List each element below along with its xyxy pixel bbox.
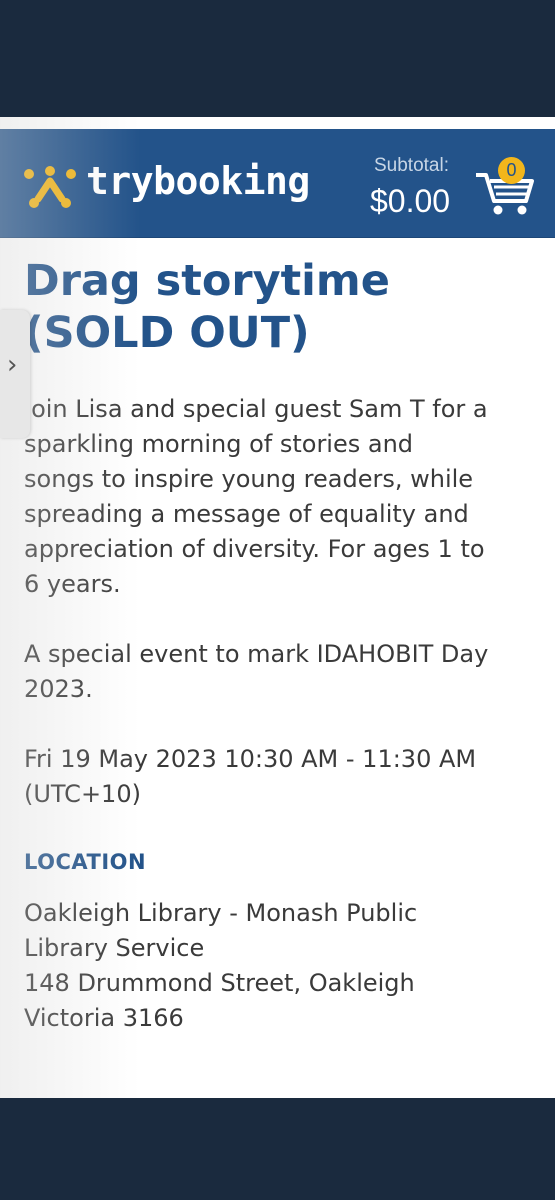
description-line: appreciation of diversity. For ages 1 to: [24, 535, 485, 563]
chevron-right-icon: ›: [7, 350, 18, 380]
event-page: trybooking Subtotal: $0.00 0 Drag storyt…: [0, 117, 555, 1098]
site-header: trybooking Subtotal: $0.00 0: [0, 129, 555, 238]
address-line: Oakleigh Library - Monash Public: [24, 899, 418, 927]
datetime-line: Fri 19 May 2023 10:30 AM - 11:30 AM: [24, 745, 477, 773]
brand-name[interactable]: trybooking: [86, 159, 310, 203]
cart-count-badge[interactable]: 0: [498, 157, 525, 184]
description-line: songs to inspire young readers, while: [24, 465, 474, 493]
side-panel-handle[interactable]: ›: [0, 310, 30, 438]
address-line: Victoria 3166: [24, 1004, 184, 1032]
event-address: Oakleigh Library - Monash Public Library…: [24, 896, 544, 1036]
subtotal-value: $0.00: [370, 183, 451, 219]
address-line: Library Service: [24, 934, 205, 962]
event-note: A special event to mark IDAHOBIT Day 202…: [24, 637, 544, 707]
description-line: spreading a message of equality and: [24, 500, 469, 528]
event-description: Join Lisa and special guest Sam T for a …: [24, 392, 544, 602]
event-datetime: Fri 19 May 2023 10:30 AM - 11:30 AM (UTC…: [24, 742, 544, 812]
event-details: Drag storytime (SOLD OUT) Join Lisa and …: [24, 255, 544, 1036]
note-line: 2023.: [24, 675, 93, 703]
datetime-line: (UTC+10): [24, 780, 141, 808]
trybooking-logo-icon[interactable]: [22, 165, 78, 211]
event-title: Drag storytime (SOLD OUT): [24, 255, 544, 359]
note-line: A special event to mark IDAHOBIT Day: [24, 640, 489, 668]
event-title-line: (SOLD OUT): [24, 308, 310, 358]
bottom-bar-area: [0, 1098, 555, 1200]
description-line: Join Lisa and special guest Sam T for a: [24, 395, 488, 423]
event-title-line: Drag storytime: [24, 256, 390, 306]
description-line: 6 years.: [24, 570, 121, 598]
status-bar-area: [0, 0, 555, 117]
address-line: 148 Drummond Street, Oakleigh: [24, 969, 415, 997]
subtotal-label: Subtotal:: [374, 155, 449, 176]
location-heading: LOCATION: [24, 850, 147, 874]
description-line: sparkling morning of stories and: [24, 430, 414, 458]
